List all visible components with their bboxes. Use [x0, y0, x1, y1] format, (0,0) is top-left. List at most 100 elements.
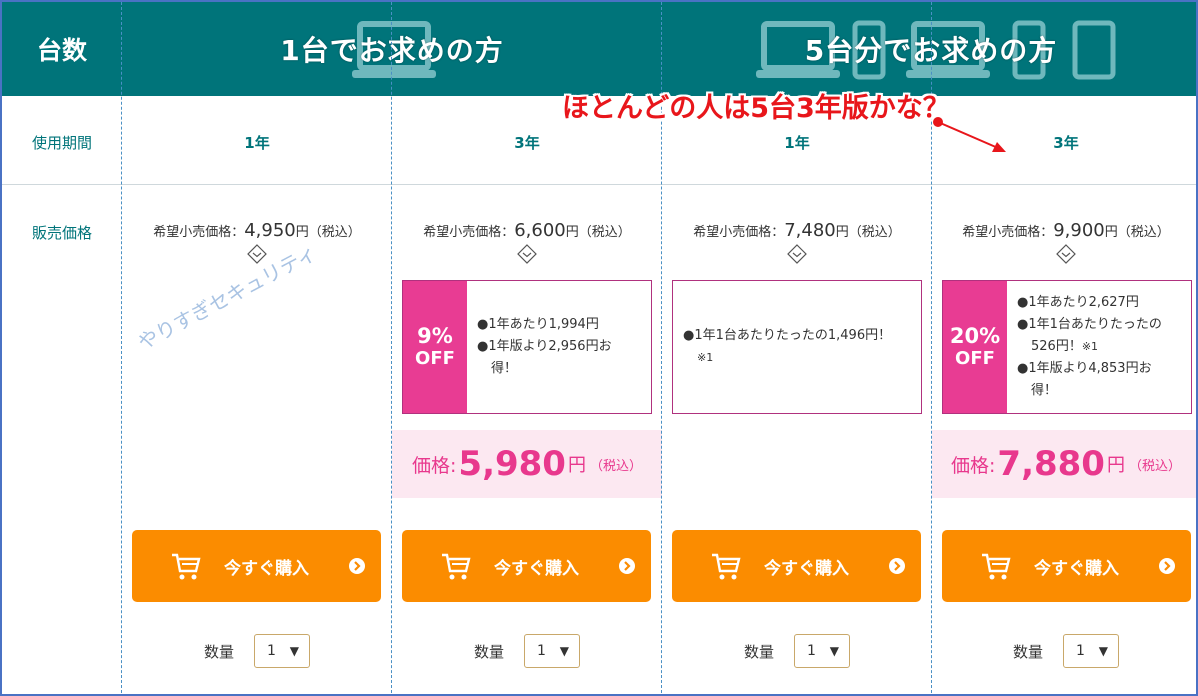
discount-badge: 9% OFF: [403, 281, 467, 413]
table-header: 台数 1台でお求めの方 5台分でお求めの方: [2, 2, 1196, 96]
dropdown-arrow-icon: ▼: [1098, 644, 1108, 658]
quantity-value: 1: [1076, 643, 1085, 659]
benefit-list: ●1年あたり2,627円 ●1年1台あたりたったの 526円！※1 ●1年版より…: [1017, 281, 1185, 413]
annotation-text: ほとんどの人は5台3年版かな？: [562, 93, 950, 124]
msrp-label: 希望小売価格：: [423, 225, 515, 240]
benefit-line: 得！: [1031, 383, 1058, 398]
price-label: 価格:: [412, 454, 457, 477]
price-label: 価格:: [951, 454, 996, 477]
benefit-line: ●1年あたり2,627円: [1017, 295, 1139, 310]
msrp-value: 9,900: [1053, 220, 1105, 241]
group-five-header: 5台分でお求めの方: [662, 2, 1196, 96]
sale-price: 価格: 5,980 円（税込）: [392, 430, 662, 498]
buy-now-button[interactable]: 今すぐ購入: [132, 530, 381, 602]
msrp-tax: （税込）: [848, 225, 901, 240]
buy-now-button[interactable]: 今すぐ購入: [672, 530, 921, 602]
quantity-select[interactable]: 1 ▼: [794, 634, 850, 668]
price-unit: 円: [567, 455, 586, 476]
benefit-box: ●1年1台あたりたったの1,496円！ ※1: [672, 280, 922, 414]
quantity: 数量 1 ▼: [122, 634, 392, 668]
msrp-unit: 円: [565, 225, 579, 240]
msrp-value: 4,950: [244, 220, 296, 241]
quantity-value: 1: [267, 643, 276, 659]
price-row-label: 販売価格: [31, 224, 92, 242]
benefit-line: 526円！: [1031, 339, 1082, 354]
plan-column-4: 希望小売価格：9,900円（税込） 20% OFF ●1年あたり2,627円 ●…: [932, 186, 1196, 694]
benefit-list: ●1年あたり1,994円 ●1年版より2,956円お 得！: [477, 281, 645, 413]
discount-percent: 20%: [949, 324, 1001, 348]
buy-now-label: 今すぐ購入: [764, 558, 849, 579]
plan-column-3: 希望小売価格：7,480円（税込） ●1年1台あたりたったの1,496円！ ※1…: [662, 186, 932, 694]
discount-box: 9% OFF ●1年あたり1,994円 ●1年版より2,956円お 得！: [402, 280, 652, 414]
chevron-down-icon: [517, 244, 537, 264]
msrp: 希望小売価格：7,480円（税込）: [662, 220, 932, 241]
period-value: 1年: [244, 134, 270, 152]
benefit-line: 得！: [491, 361, 518, 376]
discount-box: 20% OFF ●1年あたり2,627円 ●1年1台あたりたったの 526円！※…: [942, 280, 1192, 414]
msrp-label: 希望小売価格：: [153, 225, 245, 240]
msrp-label: 希望小売価格：: [962, 225, 1054, 240]
benefit-list: ●1年1台あたりたったの1,496円！ ※1: [683, 281, 915, 413]
price-value: 5,980: [458, 444, 566, 484]
benefit-note: ※1: [697, 351, 714, 364]
period-value: 1年: [784, 134, 810, 152]
annotation-arrow-icon: [933, 117, 1006, 152]
msrp-tax: （税込）: [1117, 225, 1170, 240]
column-divider: [121, 2, 122, 694]
benefit-line: ●1年1台あたりたったの: [1017, 317, 1162, 332]
quantity-label: 数量: [473, 642, 504, 661]
benefit-note: ※1: [1081, 340, 1099, 353]
count-header-label: 台数: [36, 36, 87, 65]
dropdown-arrow-icon: ▼: [829, 644, 839, 658]
period-value: 3年: [514, 134, 540, 152]
quantity: 数量 1 ▼: [662, 634, 932, 668]
column-divider: [391, 2, 392, 694]
arrow-circle-right-icon: [1159, 558, 1175, 574]
discount-percent: 9%: [417, 324, 453, 348]
arrow-circle-right-icon: [349, 558, 365, 574]
price-tax: （税込）: [1128, 458, 1181, 474]
benefit-line: ●1年1台あたりたったの1,496円！: [683, 328, 892, 343]
quantity-select[interactable]: 1 ▼: [524, 634, 580, 668]
quantity: 数量 1 ▼: [392, 634, 662, 668]
quantity-label: 数量: [1012, 642, 1043, 661]
quantity-select[interactable]: 1 ▼: [1063, 634, 1119, 668]
msrp-tax: （税込）: [308, 225, 361, 240]
pricing-table: 台数 1台でお求めの方 5台分でお求めの方 ほとんどの人は5台3年版かな？ 使用…: [0, 0, 1198, 696]
buy-now-label: 今すぐ購入: [224, 558, 309, 579]
price-tax: （税込）: [589, 458, 642, 474]
msrp: 希望小売価格：9,900円（税込）: [932, 220, 1196, 241]
msrp-value: 6,600: [514, 220, 566, 241]
dropdown-arrow-icon: ▼: [289, 644, 299, 658]
benefit-line: ●1年あたり1,994円: [477, 317, 599, 332]
quantity-select[interactable]: 1 ▼: [254, 634, 310, 668]
price-value: 7,880: [997, 444, 1105, 484]
arrow-circle-right-icon: [889, 558, 905, 574]
msrp-label: 希望小売価格：: [693, 225, 785, 240]
msrp-tax: （税込）: [578, 225, 631, 240]
sale-price: 価格: 7,880 円（税込）: [932, 430, 1196, 498]
group-single-header: 1台でお求めの方: [122, 2, 662, 96]
quantity-value: 1: [537, 643, 546, 659]
tablet-icon: [1072, 20, 1116, 80]
chevron-down-icon: [1056, 244, 1076, 264]
benefit-line: ●1年版より4,853円お: [1017, 361, 1152, 376]
discount-off: OFF: [415, 348, 455, 369]
plan-column-2: 希望小売価格：6,600円（税込） 9% OFF ●1年あたり1,994円 ●1…: [392, 186, 662, 694]
chevron-down-icon: [787, 244, 807, 264]
quantity-label: 数量: [203, 642, 234, 661]
benefit-line: ●1年版より2,956円お: [477, 339, 612, 354]
msrp-unit: 円: [1104, 225, 1118, 240]
msrp-value: 7,480: [784, 220, 836, 241]
quantity-value: 1: [807, 643, 816, 659]
quantity-label: 数量: [743, 642, 774, 661]
buy-now-label: 今すぐ購入: [494, 558, 579, 579]
msrp: 希望小売価格：6,600円（税込）: [392, 220, 662, 241]
buy-now-button[interactable]: 今すぐ購入: [402, 530, 651, 602]
quantity: 数量 1 ▼: [932, 634, 1196, 668]
arrow-circle-right-icon: [619, 558, 635, 574]
discount-off: OFF: [955, 348, 995, 369]
buy-now-label: 今すぐ購入: [1034, 558, 1119, 579]
buy-now-button[interactable]: 今すぐ購入: [942, 530, 1191, 602]
msrp-unit: 円: [835, 225, 849, 240]
